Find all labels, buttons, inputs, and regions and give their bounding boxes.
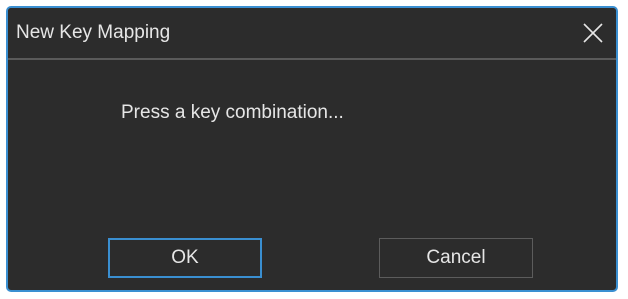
key-mapping-dialog: New Key Mapping Press a key combination.… xyxy=(6,6,618,292)
close-icon xyxy=(583,23,603,43)
dialog-title: New Key Mapping xyxy=(16,22,171,43)
ok-button[interactable]: OK xyxy=(108,238,262,278)
dialog-titlebar: New Key Mapping xyxy=(8,8,616,60)
dialog-message: Press a key combination... xyxy=(121,102,344,123)
close-button[interactable] xyxy=(580,20,606,46)
cancel-button[interactable]: Cancel xyxy=(379,238,533,278)
